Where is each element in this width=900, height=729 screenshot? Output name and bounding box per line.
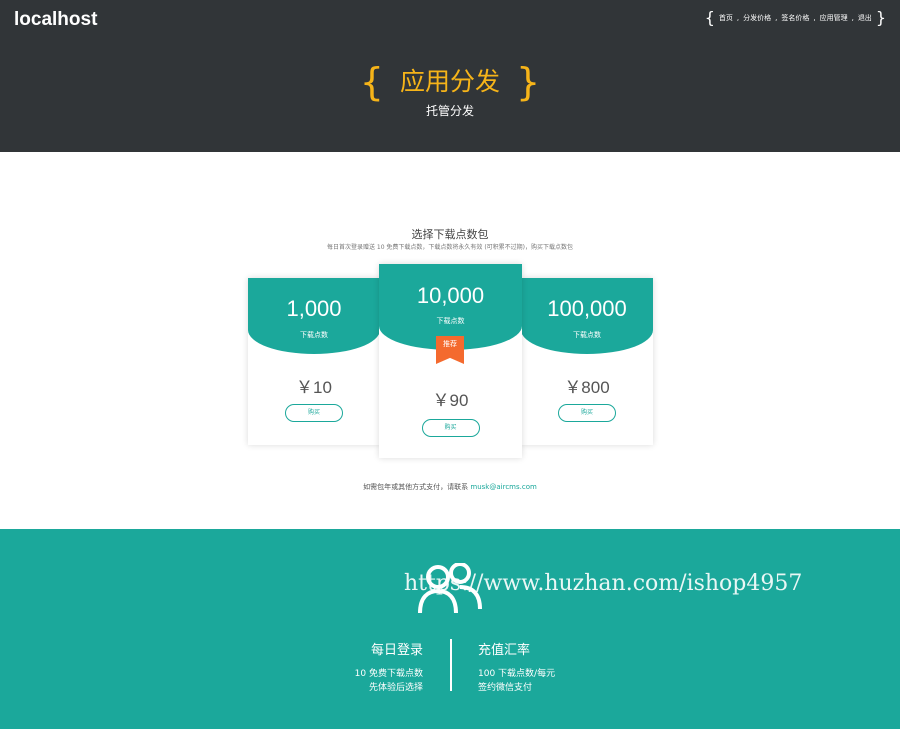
contact-text: 如需包年或其他方式支付，请联系: [363, 483, 469, 491]
nav-brace-open: {: [704, 8, 715, 27]
hero-brace-open: {: [359, 60, 384, 104]
pricing-card-10000: 10,000 下载点数 推荐 ￥90 购买: [379, 264, 522, 458]
nav-item-home[interactable]: 首页: [715, 9, 737, 27]
nav-item-logout[interactable]: 退出: [854, 9, 876, 27]
card-price: ￥90: [432, 391, 469, 410]
footer-daily-login-line2: 先体验后选择: [368, 683, 423, 693]
footer-recharge-rate-line1: 100 下载点数/每元: [478, 669, 556, 679]
hero-title-text: 应用分发: [399, 67, 500, 96]
footer-daily-login-line1: 10 免费下载点数: [354, 669, 423, 679]
hero-title: { 应用分发}: [0, 62, 900, 102]
card-amount: 10,000: [416, 283, 485, 308]
top-header: localhost { 首页 , 分发价格 , 签名价格 , 应用管理 , 退出…: [0, 0, 900, 152]
buy-button[interactable]: 购买: [558, 404, 616, 422]
contact-email-link[interactable]: musk@aircms.com: [470, 483, 536, 491]
pricing-card-1000: 1,000 下载点数 ￥10 购买: [248, 278, 380, 445]
pricing-card-100000: 100,000 下载点数 ￥800 购买: [521, 278, 653, 445]
footer-section: https://www.huzhan.com/ishop4957 每日登录 10…: [0, 529, 900, 729]
card-label: 下载点数: [436, 317, 465, 325]
brand-logo[interactable]: localhost: [14, 9, 97, 31]
recommended-badge: 推荐: [436, 336, 464, 364]
footer-divider: [450, 639, 452, 691]
footer-recharge-rate-line2: 签约微信支付: [478, 683, 533, 693]
watermark-text: https://www.huzhan.com/ishop4957: [404, 571, 803, 596]
pricing-title: 选择下载点数包: [411, 228, 489, 241]
buy-button[interactable]: 购买: [421, 419, 480, 437]
hero-brace-close: }: [516, 60, 541, 104]
top-nav: { 首页 , 分发价格 , 签名价格 , 应用管理 , 退出 }: [704, 8, 886, 27]
footer-recharge-rate-title: 充值汇率: [478, 643, 531, 658]
contact-line: 如需包年或其他方式支付，请联系 musk@aircms.com: [0, 482, 900, 492]
nav-item-signing-price[interactable]: 签名价格: [777, 9, 813, 27]
nav-item-app-management[interactable]: 应用管理: [816, 9, 852, 27]
buy-button[interactable]: 购买: [285, 404, 343, 422]
card-price: ￥800: [564, 378, 610, 397]
card-label: 下载点数: [300, 331, 328, 339]
card-amount: 100,000: [547, 296, 627, 321]
nav-brace-close: }: [875, 8, 886, 27]
nav-item-distribution-price[interactable]: 分发价格: [739, 9, 775, 27]
card-price: ￥10: [296, 378, 332, 397]
card-amount: 1,000: [286, 296, 342, 321]
footer-daily-login-title: 每日登录: [370, 643, 423, 658]
card-label: 下载点数: [573, 331, 601, 339]
hero-subtitle: 托管分发: [425, 104, 474, 118]
pricing-subtitle: 每日首次登录赠送 10 免费下载点数，下载点数将永久有效 (可积累不过期)，购买…: [326, 244, 574, 251]
